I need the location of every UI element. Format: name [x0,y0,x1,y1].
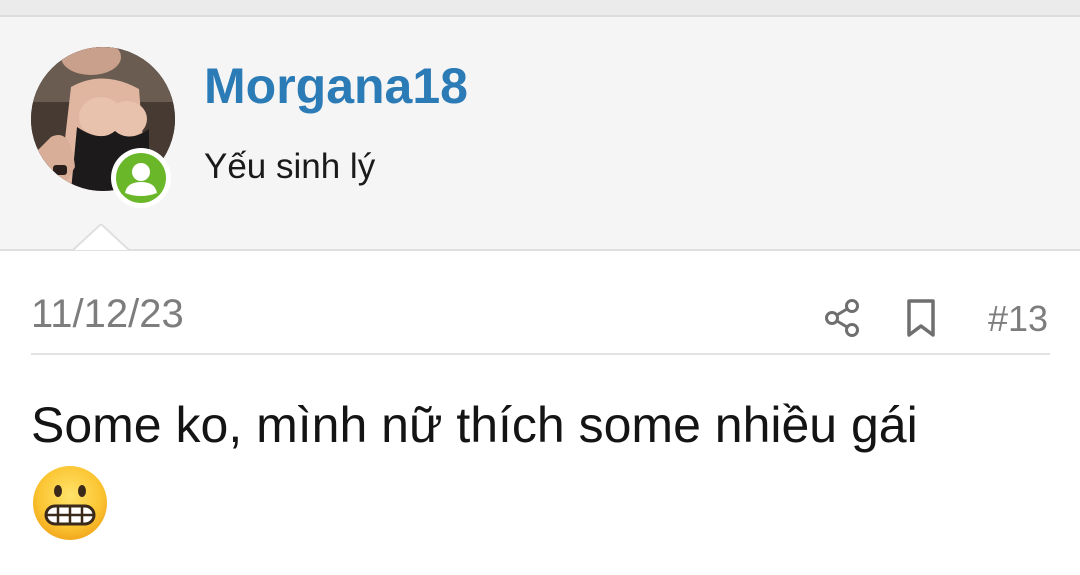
post-divider [31,353,1050,355]
top-strip [0,0,1080,17]
post-date[interactable]: 11/12/23 [31,290,184,338]
header-pointer [73,224,129,251]
post-message-text: Some ko, mình nữ thích some nhiều gái [31,397,918,453]
user-title: Yếu sinh lý [204,147,376,186]
online-user-icon [125,163,157,196]
post-number-link[interactable]: #13 [988,297,1048,341]
online-status-badge [111,148,171,208]
share-icon[interactable] [822,298,862,338]
bookmark-icon[interactable] [903,298,939,338]
username-link[interactable]: Morgana18 [204,56,468,116]
grimacing-face-emoji [33,466,107,540]
